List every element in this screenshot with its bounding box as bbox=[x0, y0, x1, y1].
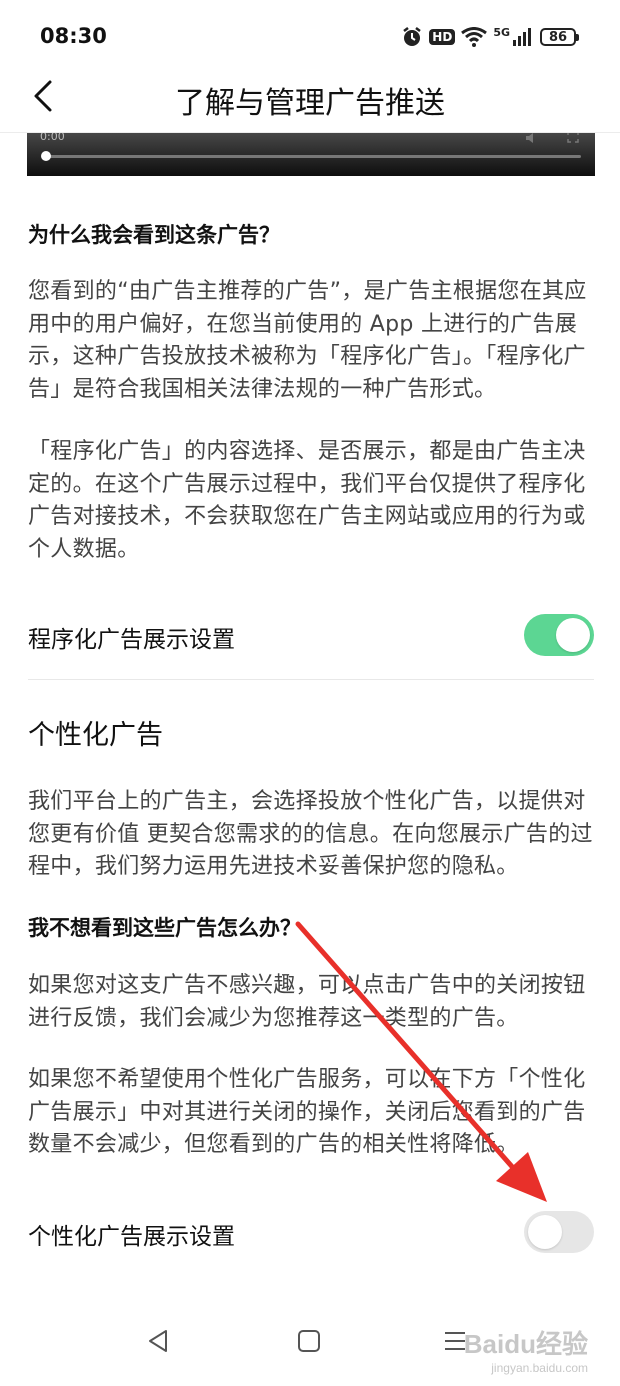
alarm-icon bbox=[403, 27, 422, 46]
divider bbox=[28, 679, 594, 680]
battery-icon: 86 bbox=[540, 28, 579, 46]
volume-icon[interactable] bbox=[525, 131, 539, 145]
watermark-main: Baidu经验 bbox=[463, 1329, 588, 1359]
status-time: 08:30 bbox=[40, 24, 107, 48]
personalized-ad-toggle[interactable] bbox=[524, 1211, 594, 1253]
paragraph-close-feedback: 如果您对这支广告不感兴趣，可以点击广告中的关闭按钮进行反馈，我们会减少为您推荐这… bbox=[28, 973, 586, 1031]
programmatic-ad-toggle[interactable] bbox=[524, 614, 594, 656]
video-progress-track[interactable] bbox=[45, 155, 581, 158]
baidu-watermark: Baidu经验 jingyan.baidu.com bbox=[464, 1324, 588, 1375]
video-player[interactable]: 0:00 bbox=[27, 130, 595, 176]
status-icons: HD 5G 86 bbox=[401, 22, 579, 52]
dont-want-ads-heading: 我不想看到这些广告怎么办？ bbox=[28, 916, 301, 940]
video-progress-knob[interactable] bbox=[41, 151, 51, 161]
programmatic-ad-setting-label: 程序化广告展示设置 bbox=[28, 627, 235, 653]
battery-level: 86 bbox=[548, 29, 568, 45]
signal-icon bbox=[513, 28, 531, 46]
paragraph-disable-personalized: 如果您不希望使用个性化广告服务，可以在下方「个性化广告展示」中对其进行关闭的操作… bbox=[28, 1067, 586, 1157]
status-bar: 08:30 HD 5G 86 bbox=[0, 0, 620, 74]
page-title: 了解与管理广告推送 bbox=[175, 86, 445, 121]
toggle-knob bbox=[528, 1215, 562, 1249]
personalized-ads-title: 个性化广告 bbox=[28, 720, 163, 751]
paragraph-programmatic-detail: 「程序化广告」的内容选择、是否展示，都是由广告主决定的。在这个广告展示过程中，我… bbox=[28, 439, 586, 562]
watermark-sub: jingyan.baidu.com bbox=[491, 1361, 588, 1375]
toggle-knob bbox=[556, 618, 590, 652]
nav-back-triangle-icon[interactable] bbox=[146, 1328, 172, 1354]
nav-bar: 了解与管理广告推送 bbox=[0, 74, 620, 133]
paragraph-programmatic-intro: 您看到的“由广告主推荐的广告”，是广告主根据您在其应用中的用户偏好，在您当前使用… bbox=[28, 279, 587, 402]
why-see-ad-heading: 为什么我会看到这条广告？ bbox=[28, 223, 280, 247]
paragraph-personalized-intro: 我们平台上的广告主，会选择投放个性化广告，以提供对您更有价值 更契合您需求的的信… bbox=[28, 789, 593, 879]
wifi-icon bbox=[461, 27, 488, 47]
network-type: 5G bbox=[493, 25, 510, 39]
personalized-ad-setting-label: 个性化广告展示设置 bbox=[28, 1224, 235, 1250]
hd-icon: HD bbox=[429, 29, 456, 45]
nav-home-square-icon[interactable] bbox=[296, 1328, 322, 1354]
annotation-arrow bbox=[295, 921, 547, 1202]
